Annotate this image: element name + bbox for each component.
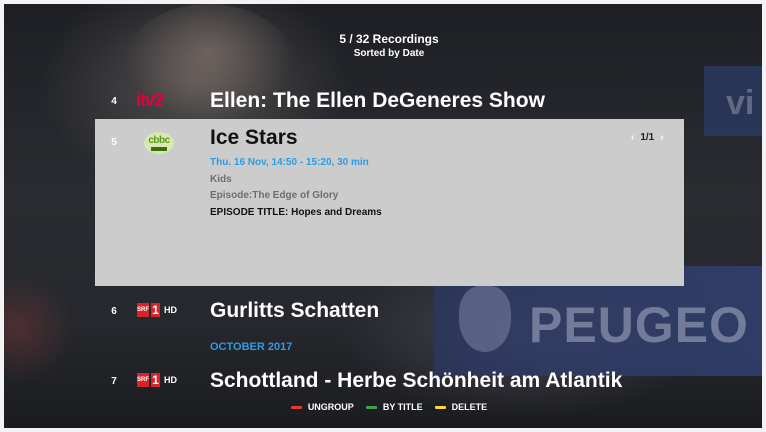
red-key-ungroup[interactable]: UNGROUP <box>290 402 354 412</box>
hint-label: UNGROUP <box>307 402 354 412</box>
recording-genre: Kids <box>210 174 232 185</box>
month-section-header: OCTOBER 2017 <box>210 341 293 353</box>
hint-label: DELETE <box>451 402 488 412</box>
chevron-right-icon[interactable]: › <box>660 132 663 143</box>
recording-number: 5 <box>111 137 117 148</box>
recording-row[interactable]: 6 SRF 1 HD Gurlitts Schatten <box>4 298 762 326</box>
green-key-icon <box>365 405 377 409</box>
recording-title: Gurlitts Schatten <box>210 299 380 322</box>
channel-logo-srf: SRF <box>137 373 149 387</box>
page-indicator: 1/1 <box>640 132 655 143</box>
recording-title: Ellen: The Ellen DeGeneres Show <box>210 89 545 112</box>
recordings-header: 5 / 32 Recordings Sorted by Date <box>4 32 762 60</box>
channel-logo-text: cbbc <box>148 134 170 146</box>
recordings-count: 5 / 32 Recordings <box>339 32 439 46</box>
recording-row[interactable]: 4 itv2 Ellen: The Ellen DeGeneres Show <box>4 88 762 116</box>
channel-logo-hd: HD <box>164 305 177 315</box>
recording-title: Schottland - Herbe Schönheit am Atlantik <box>210 369 623 392</box>
recording-number: 6 <box>111 306 117 317</box>
channel-logo-srf1-hd: SRF 1 HD <box>137 303 177 317</box>
tv-screen: vi PEUGEO 5 / 32 Recordings Sorted by Da… <box>4 4 762 428</box>
recording-episode: Episode:The Edge of Glory <box>210 190 339 201</box>
recording-title: Ice Stars <box>210 126 298 149</box>
recording-row[interactable]: 7 SRF 1 HD Schottland - Herbe Schönheit … <box>4 368 762 396</box>
yellow-key-icon <box>434 405 446 409</box>
episode-pager[interactable]: ‹ 1/1 › <box>631 132 664 143</box>
selected-recording[interactable]: 5 cbbc Ice Stars Thu. 16 Nov, 14:50 - 15… <box>95 119 684 286</box>
red-key-icon <box>290 405 302 409</box>
channel-logo-itv2: itv2 <box>136 90 164 110</box>
channel-logo-one: 1 <box>151 303 160 317</box>
channel-logo-srf1-hd: SRF 1 HD <box>137 373 177 387</box>
channel-logo-srf: SRF <box>137 303 149 317</box>
channel-logo-one: 1 <box>151 373 160 387</box>
recording-number: 4 <box>111 96 117 107</box>
recording-time: Thu. 16 Nov, 14:50 - 15:20, 30 min <box>210 157 369 168</box>
yellow-key-delete[interactable]: DELETE <box>434 402 488 412</box>
color-key-footer: UNGROUP BY TITLE DELETE <box>4 402 762 412</box>
chevron-left-icon[interactable]: ‹ <box>631 132 634 143</box>
recording-number: 7 <box>111 376 117 387</box>
channel-logo-bar <box>151 146 167 151</box>
green-key-by-title[interactable]: BY TITLE <box>365 402 423 412</box>
channel-logo-cbbc: cbbc <box>144 132 174 154</box>
recording-episode-title: EPISODE TITLE: Hopes and Dreams <box>210 207 382 218</box>
hint-label: BY TITLE <box>382 402 423 412</box>
channel-logo-hd: HD <box>164 375 177 385</box>
sort-order: Sorted by Date <box>353 48 425 59</box>
